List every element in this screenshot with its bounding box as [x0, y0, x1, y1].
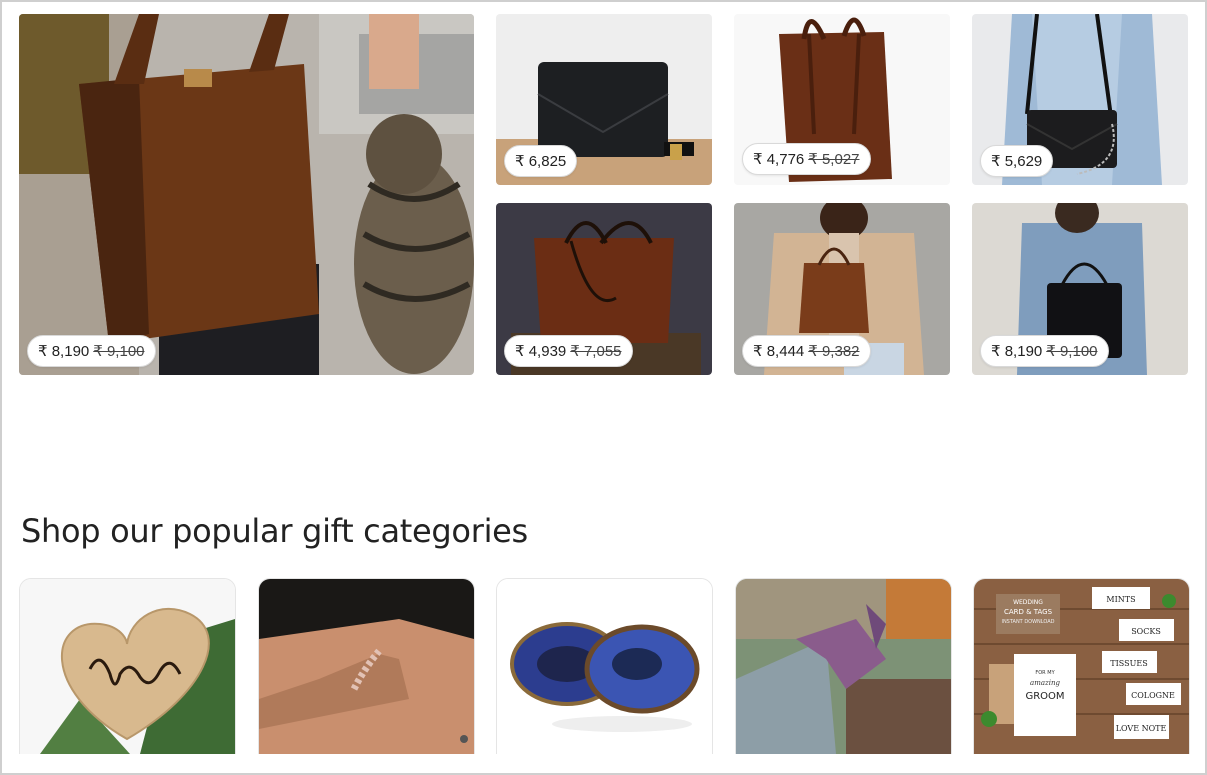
listing-card[interactable]: ₹ 8,444 ₹ 9,382: [734, 203, 950, 375]
groom-card-line2: amazing: [1030, 679, 1060, 687]
price-current: ₹ 6,825: [515, 153, 567, 170]
listing-card[interactable]: ₹ 4,939 ₹ 7,055: [496, 203, 712, 375]
listing-card[interactable]: ₹ 8,190 ₹ 9,100: [972, 203, 1188, 375]
category-image: [736, 579, 951, 754]
price-current: ₹ 5,629: [991, 153, 1043, 170]
page-frame: ₹ 8,190₹ 9,100 ₹ 6,825 ₹ 4,776₹ 5,027: [0, 0, 1207, 775]
listing-card[interactable]: ₹ 4,776 ₹ 5,027: [734, 14, 950, 185]
price-pill: ₹ 6,825: [504, 145, 578, 177]
tag-label: SOCKS: [1131, 627, 1161, 636]
price-original: ₹ 9,100: [93, 343, 145, 360]
wedding-card-title: WEDDING: [1013, 599, 1043, 606]
wedding-card-subtitle: CARD & TAGS: [1004, 608, 1053, 616]
price-pill: ₹ 4,776 ₹ 5,027: [742, 143, 871, 175]
price-original: ₹ 7,055: [570, 343, 622, 360]
price-original: ₹ 5,027: [808, 151, 860, 168]
groom-card-line1: FOR MY: [1035, 670, 1055, 676]
tag-label: TISSUES: [1110, 659, 1147, 668]
price-pill: ₹ 8,190 ₹ 9,100: [980, 335, 1109, 367]
price-original: ₹ 9,100: [1046, 343, 1098, 360]
category-card[interactable]: [19, 578, 236, 754]
price-current: ₹ 8,444: [753, 343, 805, 360]
listing-image: [19, 14, 474, 375]
listing-card[interactable]: ₹ 5,629: [972, 14, 1188, 185]
section-title: Shop our popular gift categories: [21, 512, 528, 550]
wedding-card-note: INSTANT DOWNLOAD: [1001, 619, 1054, 625]
category-card[interactable]: [496, 578, 713, 754]
category-image: WEDDING CARD & TAGS INSTANT DOWNLOAD FOR…: [974, 579, 1189, 754]
category-card[interactable]: [735, 578, 952, 754]
price-pill: ₹ 5,629: [980, 145, 1054, 177]
tag-label: MINTS: [1106, 595, 1135, 604]
category-image: [259, 579, 474, 754]
groom-card-line3: GROOM: [1025, 691, 1064, 702]
category-card[interactable]: WEDDING CARD & TAGS INSTANT DOWNLOAD FOR…: [973, 578, 1190, 754]
price-pill: ₹ 8,444 ₹ 9,382: [742, 335, 871, 367]
price-current: ₹ 8,190: [38, 343, 90, 360]
listing-card[interactable]: ₹ 8,190 ₹ 9,100: [19, 14, 474, 375]
category-image: [20, 579, 235, 754]
price-pill: ₹ 4,939 ₹ 7,055: [504, 335, 633, 367]
category-image: [497, 579, 712, 754]
price-current: ₹ 4,939: [515, 343, 567, 360]
price-original: ₹ 9,382: [808, 343, 860, 360]
category-card[interactable]: [258, 578, 475, 754]
price-current: ₹ 4,776: [753, 151, 805, 168]
tag-label: LOVE NOTE: [1116, 724, 1167, 733]
price-current: ₹ 8,190: [991, 343, 1043, 360]
listing-card[interactable]: ₹ 6,825: [496, 14, 712, 185]
price-pill: ₹ 8,190 ₹ 9,100: [27, 335, 156, 367]
tag-label: COLOGNE: [1131, 691, 1175, 700]
